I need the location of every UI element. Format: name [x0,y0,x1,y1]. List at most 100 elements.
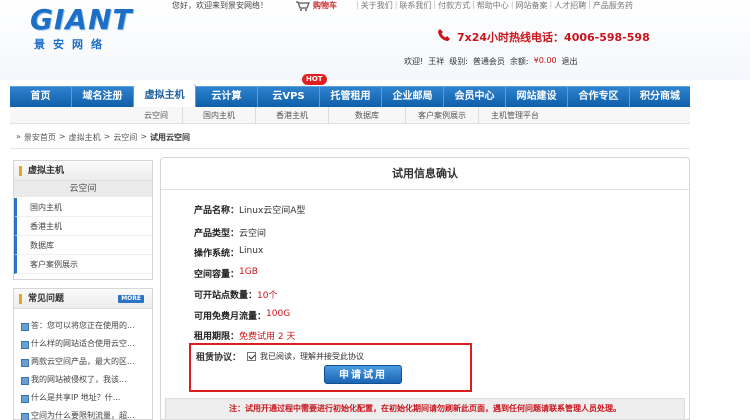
breadcrumb-sep: » [16,132,21,141]
notice-text: 注：试用开通过程中需要进行初始化配置，在初始化期间请勿刷新此页面，遇到任何问题请… [165,398,685,420]
cart-link[interactable]: 购物车 [296,0,337,11]
nav-item-vps[interactable]: 云VPS HOT [258,74,327,107]
sidebar-category: 虚拟主机 云空间 国内主机 香港主机 数据库 客户案例展示 [13,160,153,280]
nav-item-home[interactable]: 首页 [10,87,72,107]
user-level-label: 级别: [449,57,468,66]
user-level: 普通会员 [472,57,505,66]
nav-item-mail[interactable]: 企业邮局 [382,87,444,107]
logo-subtext: 景安网络 [34,38,110,51]
breadcrumb-current: 试用云空间 [150,133,191,142]
faq-item[interactable]: 两款云空间产品，最大的区... [14,353,152,371]
breadcrumb-sep: > [140,132,148,141]
field-label: 可用免费月流量： [194,312,267,322]
field-label: 产品名称： [194,206,240,216]
top-link-payment[interactable]: 付款方式 [438,0,470,11]
field-product-name: 产品名称： Linux云空间A型 [194,203,305,216]
field-label: 产品类型： [194,229,240,239]
field-term: 租用期限： 免费试用 2 天 [194,329,295,342]
field-label: 租用期限： [194,332,240,342]
logout-link[interactable]: 退出 [562,56,578,67]
field-sites: 可开站点数量： 10个 [194,288,277,301]
top-link-icp[interactable]: 网站备案 [516,0,548,11]
user-name[interactable]: 王祥 [428,56,444,67]
subnav-database[interactable]: 数据库 [329,107,406,124]
field-value: 1GB [239,267,258,277]
sidebar-item-cases[interactable]: 客户案例展示 [14,255,152,274]
sidebar-item-hongkong[interactable]: 香港主机 [14,217,152,236]
nav-item-points[interactable]: 积分商城 [630,87,690,107]
trial-confirm-panel: 试用信息确认 产品名称： Linux云空间A型 产品类型： 云空间 操作系统： … [160,157,690,420]
divider [10,148,690,149]
sidebar-faq: 常见问题 MORE 答：您可以将您正在使用的... 什么样的网站适合使用云空..… [13,288,153,420]
top-links: | 关于我们 | 联系我们 | 付款方式 | 帮助中心 | 网站备案 | 人才招聘 | 产品服… [356,0,633,11]
sidebar-item-domestic[interactable]: 国内主机 [14,198,152,217]
breadcrumb-hosting[interactable]: 虚拟主机 [69,132,101,143]
top-link-jobs[interactable]: 人才招聘 [554,0,586,11]
user-bar: 欢迎! 王祥 级别: 普通会员 余额: ¥0.00 退出 [404,56,578,67]
faq-item[interactable]: 什么样的网站适合使用云空... [14,335,152,353]
agreement-row: 租赁协议： 我已阅读，理解并接受此协议 [196,350,364,363]
breadcrumb-sep: > [58,132,66,141]
page: GIANT 景安网络 您好，欢迎来到景安网络！ 购物车 | 关于我们 | 联系我们 … [0,0,750,420]
breadcrumb-sep: > [103,132,111,141]
user-greet: 欢迎! [404,57,424,66]
shopping-cart-icon [296,0,310,11]
top-link-contact[interactable]: 联系我们 [399,0,431,11]
nav-item-member[interactable]: 会员中心 [444,87,506,107]
field-os: 操作系统： Linux [194,246,263,259]
panel-title: 试用信息确认 [161,158,689,190]
faq-more-link[interactable]: MORE [118,295,144,303]
top-link-about[interactable]: 关于我们 [361,0,393,11]
agreement-label: 租赁协议： [196,353,242,363]
header: GIANT 景安网络 您好，欢迎来到景安网络！ 购物车 | 关于我们 | 联系我们 … [0,0,750,80]
faq-item[interactable]: 空间为什么要限制流量，超... [14,407,152,420]
top-link-help[interactable]: 帮助中心 [477,0,509,11]
sidebar-item-selected[interactable]: 云空间 [14,181,152,198]
field-value: 云空间 [239,229,267,239]
site-logo[interactable]: GIANT 景安网络 [30,6,133,52]
faq-item[interactable]: 我的网站被侵权了，我该... [14,371,152,389]
balance-value: ¥0.00 [533,56,557,65]
hotline-text: 7x24小时热线电话：4006-598-598 [457,30,650,44]
breadcrumb-cloud[interactable]: 云空间 [113,132,137,143]
faq-item[interactable]: 什么是共享IP 地址？什... [14,389,152,407]
field-label: 可开站点数量： [194,291,258,301]
nav-item-partner[interactable]: 合作专区 [568,87,630,107]
nav-item-website[interactable]: 网站建设 [506,87,568,107]
hotline: 7x24小时热线电话：4006-598-598 [437,28,650,45]
field-value: 100G [266,309,291,319]
cart-label: 购物车 [313,1,337,10]
sidebar-title: 虚拟主机 [14,161,152,181]
phone-icon [437,28,451,45]
agreement-checkbox[interactable] [247,352,257,361]
field-label: 操作系统： [194,249,240,259]
nav-item-cloud[interactable]: 云计算 [196,87,258,107]
subnav-cases[interactable]: 客户案例展示 [406,107,479,124]
breadcrumb-home[interactable]: 景安首页 [24,132,56,143]
field-value: 免费试用 2 天 [239,332,296,342]
subnav-panel[interactable]: 主机管理平台 [479,107,551,124]
nav-item-vps-label: 云VPS [272,91,305,102]
nav-item-domain[interactable]: 域名注册 [72,87,134,107]
subnav-hongkong[interactable]: 香港主机 [256,107,329,124]
sub-nav: 云空间 国内主机 香港主机 数据库 客户案例展示 主机管理平台 [10,107,690,124]
nav-item-colocation[interactable]: 托管租用 [320,87,382,107]
subnav-cloud-space[interactable]: 云空间 [10,107,183,124]
agreement-text[interactable]: 我已阅读，理解并接受此协议 [260,351,364,362]
field-label: 空间容量： [194,270,240,280]
faq-item[interactable]: 答：您可以将您正在使用的... [14,317,152,335]
breadcrumb: » 景安首页 > 虚拟主机 > 云空间 > 试用云空间 [16,132,190,143]
logo-text: GIANT [30,3,133,36]
top-link-services[interactable]: 产品服务药 [593,0,633,11]
welcome-text: 您好，欢迎来到景安网络！ [172,1,268,10]
apply-trial-button[interactable]: 申请试用 [324,365,402,384]
field-traffic: 可用免费月流量： 100G [194,309,290,322]
field-product-type: 产品类型： 云空间 [194,226,266,239]
nav-item-hosting[interactable]: 虚拟主机 [134,84,196,107]
field-space: 空间容量： 1GB [194,267,258,280]
hot-badge: HOT [302,74,327,85]
sidebar-item-database[interactable]: 数据库 [14,236,152,255]
field-value: Linux [239,246,264,256]
subnav-domestic[interactable]: 国内主机 [183,107,256,124]
